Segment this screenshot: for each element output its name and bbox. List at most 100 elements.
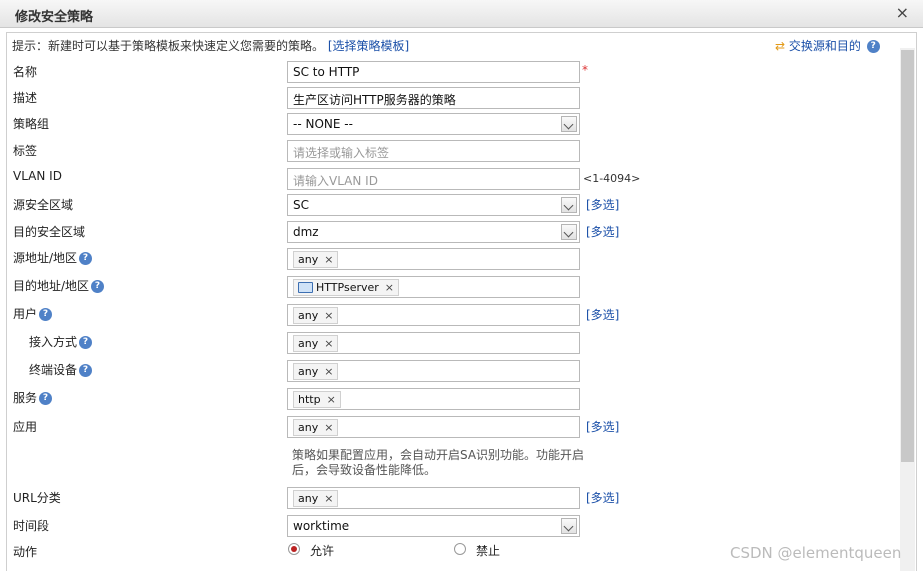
tag-text: http <box>298 393 321 406</box>
help-icon[interactable]: ? <box>79 364 93 377</box>
swap-src-dst-link[interactable]: ⇄ 交换源和目的 ? <box>775 37 880 54</box>
desc-input[interactable]: 生产区访问HTTP服务器的策略 <box>287 87 580 109</box>
vlan-range: <1-4094> <box>583 172 641 185</box>
dst-addr-input[interactable]: HTTPserver × <box>287 276 580 298</box>
help-icon[interactable]: ? <box>79 252 93 265</box>
dialog-title: 修改安全策略 <box>15 10 94 25</box>
group-value: -- NONE -- <box>293 117 353 131</box>
url-tag: any × <box>293 490 339 507</box>
action-deny-label: 禁止 <box>476 544 501 558</box>
help-icon[interactable]: ? <box>866 40 880 53</box>
vlan-input[interactable]: 请输入VLAN ID <box>287 168 580 190</box>
help-icon[interactable]: ? <box>39 308 53 321</box>
access-label: 接入方式? <box>29 333 93 350</box>
user-label: 用户? <box>13 305 53 322</box>
swap-label: 交换源和目的 <box>788 39 861 53</box>
time-select[interactable]: worktime <box>287 515 580 537</box>
src-zone-multi-link[interactable]: [多选] <box>586 196 619 213</box>
tag-text: any <box>298 337 319 350</box>
terminal-input[interactable]: any × <box>287 360 580 382</box>
service-input[interactable]: http × <box>287 388 580 410</box>
service-label-text: 服务 <box>13 391 38 405</box>
tag-text: any <box>298 492 319 505</box>
name-label: 名称 <box>13 65 38 79</box>
remove-tag-icon[interactable]: × <box>324 365 333 378</box>
user-multi-link[interactable]: [多选] <box>586 306 619 323</box>
desc-label: 描述 <box>13 91 38 105</box>
chevron-down-icon[interactable] <box>561 518 577 534</box>
dst-addr-label-text: 目的地址/地区 <box>13 279 90 293</box>
access-input[interactable]: any × <box>287 332 580 354</box>
url-multi-link[interactable]: [多选] <box>586 489 619 506</box>
app-label: 应用 <box>13 420 38 434</box>
service-tag: http × <box>293 391 341 408</box>
tag-placeholder: 请选择或输入标签 <box>293 146 390 160</box>
action-label: 动作 <box>13 545 38 559</box>
remove-tag-icon[interactable]: × <box>327 393 336 406</box>
chevron-down-icon[interactable] <box>561 197 577 213</box>
src-zone-select[interactable]: SC <box>287 194 580 216</box>
remove-tag-icon[interactable]: × <box>324 421 333 434</box>
remove-tag-icon[interactable]: × <box>324 309 333 322</box>
chevron-down-icon[interactable] <box>561 224 577 240</box>
terminal-tag: any × <box>293 363 339 380</box>
src-addr-tag: any × <box>293 251 339 268</box>
service-label: 服务? <box>13 389 53 406</box>
tag-text: any <box>298 421 319 434</box>
dst-addr-tag: HTTPserver × <box>293 279 399 296</box>
access-tag: any × <box>293 335 339 352</box>
terminal-label: 终端设备? <box>29 361 93 378</box>
swap-arrows-icon: ⇄ <box>775 39 786 53</box>
dst-zone-multi-link[interactable]: [多选] <box>586 223 619 240</box>
select-template-link[interactable]: [选择策略模板] <box>328 39 409 53</box>
user-tag: any × <box>293 307 339 324</box>
dialog-titlebar: 修改安全策略 × <box>0 0 923 28</box>
src-zone-label: 源安全区域 <box>13 198 74 212</box>
action-allow-radio[interactable] <box>288 543 300 555</box>
vlan-placeholder: 请输入VLAN ID <box>293 174 378 188</box>
action-allow-label: 允许 <box>310 544 335 558</box>
group-select[interactable]: -- NONE -- <box>287 113 580 135</box>
help-icon[interactable]: ? <box>79 336 93 349</box>
name-value: SC to HTTP <box>293 65 360 79</box>
url-input[interactable]: any × <box>287 487 580 509</box>
watermark: CSDN @elementqueen <box>730 544 902 562</box>
user-label-text: 用户 <box>13 307 38 321</box>
remove-tag-icon[interactable]: × <box>324 253 333 266</box>
src-addr-label: 源地址/地区? <box>13 249 93 266</box>
action-deny-radio[interactable] <box>454 543 466 555</box>
remove-tag-icon[interactable]: × <box>324 337 333 350</box>
app-tag: any × <box>293 419 339 436</box>
dst-zone-label: 目的安全区域 <box>13 225 86 239</box>
time-value: worktime <box>293 519 350 533</box>
group-label: 策略组 <box>13 117 50 131</box>
hint-text: 提示：新建时可以基于策略模板来快速定义您需要的策略。 <box>12 39 325 53</box>
dst-zone-value: dmz <box>293 225 319 239</box>
tag-text: any <box>298 253 319 266</box>
tag-text: any <box>298 365 319 378</box>
computer-icon <box>298 281 313 293</box>
url-label: URL分类 <box>13 491 61 505</box>
template-hint: 提示：新建时可以基于策略模板来快速定义您需要的策略。 [选择策略模板] <box>12 37 409 54</box>
terminal-label-text: 终端设备 <box>29 363 78 377</box>
src-addr-input[interactable]: any × <box>287 248 580 270</box>
scrollbar-thumb[interactable] <box>901 50 914 462</box>
remove-tag-icon[interactable]: × <box>385 281 394 294</box>
src-addr-label-text: 源地址/地区 <box>13 251 78 265</box>
chevron-down-icon[interactable] <box>561 116 577 132</box>
tag-input[interactable]: 请选择或输入标签 <box>287 140 580 162</box>
app-input[interactable]: any × <box>287 416 580 438</box>
help-icon[interactable]: ? <box>39 392 53 405</box>
app-multi-link[interactable]: [多选] <box>586 418 619 435</box>
required-mark: * <box>582 63 588 77</box>
help-icon[interactable]: ? <box>91 280 105 293</box>
dst-zone-select[interactable]: dmz <box>287 221 580 243</box>
remove-tag-icon[interactable]: × <box>324 492 333 505</box>
tag-text: HTTPserver <box>316 281 379 294</box>
tag-label: 标签 <box>13 144 38 158</box>
access-label-text: 接入方式 <box>29 335 78 349</box>
close-icon[interactable]: × <box>896 3 909 22</box>
user-input[interactable]: any × <box>287 304 580 326</box>
tag-text: any <box>298 309 319 322</box>
name-input[interactable]: SC to HTTP <box>287 61 580 83</box>
